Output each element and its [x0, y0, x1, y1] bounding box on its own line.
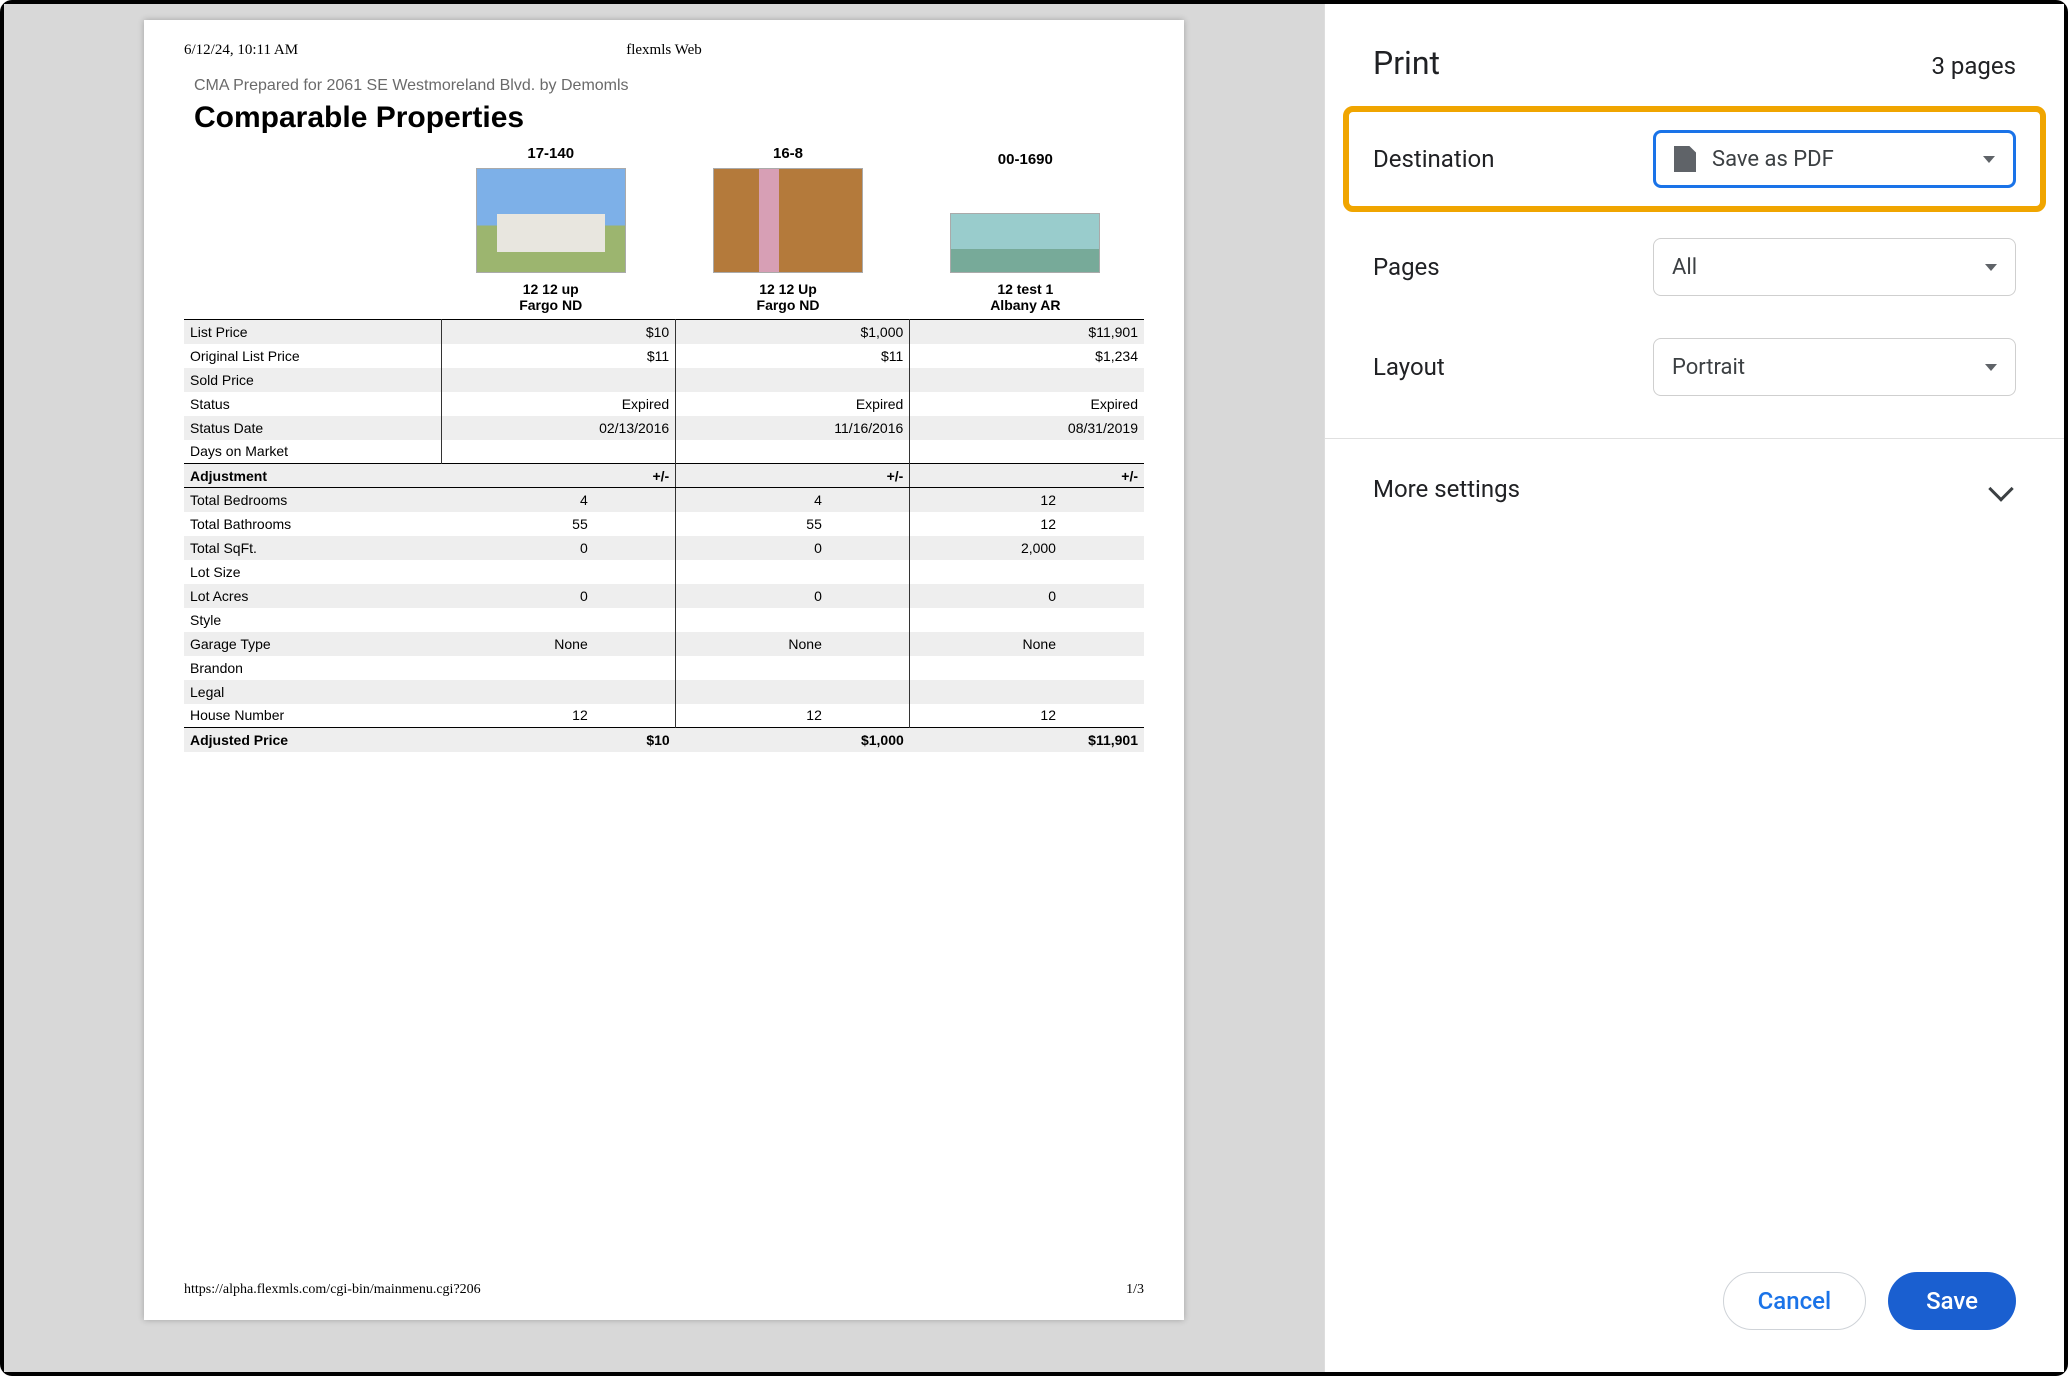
comp-mls: 16-8: [669, 145, 906, 162]
adjusted-price-label: Adjusted Price: [184, 728, 442, 752]
print-preview-pane[interactable]: 6/12/24, 10:11 AM flexmls Web CMA Prepar…: [4, 4, 1324, 1372]
more-settings-toggle[interactable]: More settings: [1373, 469, 2016, 509]
table-row: Original List Price $11 $11 $1,234: [184, 344, 1144, 368]
pages-value: All: [1672, 255, 1697, 280]
preview-page: 6/12/24, 10:11 AM flexmls Web CMA Prepar…: [144, 20, 1184, 1320]
caret-down-icon: [1985, 364, 1997, 371]
page-count: 3 pages: [1931, 52, 2016, 80]
cancel-button[interactable]: Cancel: [1723, 1272, 1866, 1330]
table-row: Days on Market: [184, 440, 1144, 464]
save-button[interactable]: Save: [1888, 1272, 2016, 1330]
preview-url: https://alpha.flexmls.com/cgi-bin/mainme…: [184, 1282, 481, 1298]
page-title: Comparable Properties: [194, 101, 1144, 135]
destination-label: Destination: [1373, 145, 1653, 173]
table-row: Brandon: [184, 656, 1144, 680]
table-row: Total Bathrooms 55 55 12: [184, 512, 1144, 536]
table-row: Garage Type None None None: [184, 632, 1144, 656]
comp-mls: 00-1690: [907, 151, 1144, 168]
adjustment-label: Adjustment: [184, 464, 442, 488]
table-row: Legal: [184, 680, 1144, 704]
table-row: Style: [184, 608, 1144, 632]
table-row: House Number 12 12 12: [184, 704, 1144, 728]
comp-line1: 12 test 1: [907, 281, 1144, 297]
pages-select[interactable]: All: [1653, 238, 2016, 296]
table-row: List Price $10 $1,000 $11,901: [184, 320, 1144, 344]
print-panel: Print 3 pages Destination Save as PDF Pa…: [1324, 4, 2064, 1372]
table-row: Status Expired Expired Expired: [184, 392, 1144, 416]
comp-line2: Fargo ND: [432, 297, 669, 313]
comp-mls: 17-140: [432, 145, 669, 162]
divider: [1325, 438, 2064, 439]
comp-photo: [476, 168, 626, 273]
comparable-table: List Price $10 $1,000 $11,901Original Li…: [184, 319, 1144, 752]
comp-line1: 12 12 Up: [669, 281, 906, 297]
preview-pagenum: 1/3: [1126, 1282, 1144, 1298]
layout-label: Layout: [1373, 353, 1653, 381]
comp-photo: [950, 213, 1100, 273]
prepared-for: CMA Prepared for 2061 SE Westmoreland Bl…: [194, 77, 1144, 95]
caret-down-icon: [1983, 156, 1995, 163]
preview-site: flexmls Web: [626, 42, 702, 59]
destination-select[interactable]: Save as PDF: [1653, 130, 2016, 188]
comp-line1: 12 12 up: [432, 281, 669, 297]
caret-down-icon: [1985, 264, 1997, 271]
destination-value: Save as PDF: [1712, 147, 1834, 172]
pages-label: Pages: [1373, 253, 1653, 281]
preview-timestamp: 6/12/24, 10:11 AM: [184, 42, 298, 59]
more-settings-label: More settings: [1373, 475, 1520, 503]
print-title: Print: [1373, 44, 1440, 82]
table-row: Total Bedrooms 4 4 12: [184, 488, 1144, 512]
table-row: Lot Acres 0 0 0: [184, 584, 1144, 608]
layout-select[interactable]: Portrait: [1653, 338, 2016, 396]
chevron-down-icon: [1988, 476, 2013, 501]
comp-photo: [713, 168, 863, 273]
comp-line2: Albany AR: [907, 297, 1144, 313]
table-row: Lot Size: [184, 560, 1144, 584]
table-row: Sold Price: [184, 368, 1144, 392]
table-row: Total SqFt. 0 0 2,000: [184, 536, 1144, 560]
file-icon: [1674, 146, 1696, 172]
comp-line2: Fargo ND: [669, 297, 906, 313]
table-row: Status Date 02/13/2016 11/16/2016 08/31/…: [184, 416, 1144, 440]
layout-value: Portrait: [1672, 355, 1745, 380]
